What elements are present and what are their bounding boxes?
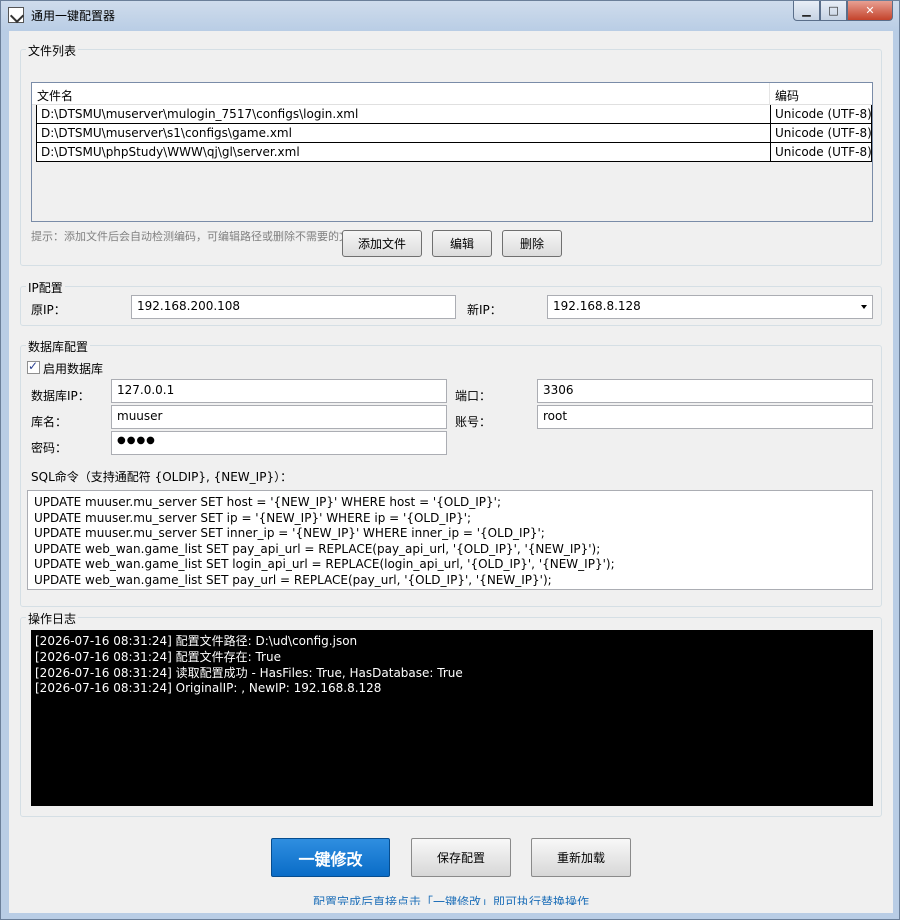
column-header-encoding[interactable]: 编码: [770, 83, 872, 104]
file-path-cell: D:\DTSMU\muserver\s1\configs\game.xml: [37, 124, 771, 142]
port-input[interactable]: 3306: [537, 379, 873, 403]
new-ip-combobox[interactable]: 192.168.8.128: [547, 295, 873, 319]
file-path-cell: D:\DTSMU\muserver\mulogin_7517\configs\l…: [37, 105, 771, 123]
database-config-group: 数据库配置 启用数据库 数据库IP： 127.0.0.1 端口： 3306 库名…: [20, 338, 882, 607]
port-label: 端口：: [455, 389, 492, 403]
ip-config-group: IP配置 原IP： 192.168.200.108 新IP： 192.168.8…: [20, 279, 882, 326]
maximize-button[interactable]: □: [820, 1, 847, 21]
one-click-apply-button[interactable]: 一键修改: [271, 838, 390, 877]
log-line: [2026-07-16 08:31:24] OriginalIP: , NewI…: [35, 681, 382, 696]
log-line: [2026-07-16 08:31:24] 配置文件存在: True: [35, 649, 281, 664]
dropdown-arrow-icon[interactable]: [861, 305, 867, 309]
account-label: 账号：: [455, 415, 492, 429]
file-encoding-cell: Unicode (UTF-8): [775, 126, 871, 140]
file-row[interactable]: D:\DTSMU\phpStudy\WWW\qj\gl\server.xml U…: [36, 143, 872, 162]
footer-hint: 配置完成后直接点击「一键修改」即可执行替换操作: [312, 895, 589, 905]
enable-database-checkbox[interactable]: [27, 359, 40, 374]
file-encoding-cell: Unicode (UTF-8): [775, 107, 871, 121]
add-file-button[interactable]: 添加文件: [342, 230, 422, 257]
sql-command-textarea[interactable]: UPDATE muuser.mu_server SET host = '{NEW…: [27, 490, 873, 590]
operation-log-group-title: 操作日志: [26, 610, 79, 627]
db-ip-input[interactable]: 127.0.0.1: [111, 379, 447, 403]
minimize-button[interactable]: ▁: [793, 1, 820, 21]
enable-database-label[interactable]: 启用数据库: [43, 360, 103, 377]
close-button[interactable]: ✕: [847, 1, 893, 21]
file-row[interactable]: D:\DTSMU\muserver\s1\configs\game.xml Un…: [36, 124, 872, 143]
sql-line: UPDATE web_wan.game_list SET pay_url = R…: [34, 572, 552, 587]
db-name-label: 库名：: [31, 415, 68, 429]
sql-line: UPDATE web_wan.game_list SET login_api_u…: [34, 557, 615, 571]
file-path-cell: D:\DTSMU\phpStudy\WWW\qj\gl\server.xml: [37, 143, 771, 161]
database-config-group-title: 数据库配置: [26, 338, 91, 355]
app-icon: [8, 7, 24, 23]
reload-button[interactable]: 重新加载: [531, 838, 631, 877]
account-input[interactable]: root: [537, 405, 873, 429]
window-title: 通用一键配置器: [31, 9, 116, 23]
file-encoding-cell: Unicode (UTF-8): [775, 145, 871, 159]
window-controls: ▁ □ ✕: [793, 1, 893, 21]
password-label: 密码：: [31, 441, 68, 455]
db-ip-label: 数据库IP：: [31, 389, 90, 403]
file-list-header: 文件名 编码: [32, 83, 872, 105]
file-list-hint: 提示：添加文件后会自动检测编码，可编辑路径或删除不需要的文件: [31, 230, 361, 243]
password-input[interactable]: ●●●●: [111, 431, 447, 455]
new-ip-label: 新IP：: [467, 303, 502, 317]
new-ip-value: 192.168.8.128: [553, 299, 641, 313]
original-ip-label: 原IP：: [31, 303, 66, 317]
client-area: 文件列表 文件名 编码 D:\DTSMU\muserver\mulogin_75…: [9, 31, 893, 913]
app-window: 通用一键配置器 ▁ □ ✕ 文件列表 文件名 编码 D:\DTSMU\muser…: [0, 0, 900, 920]
operation-log-group: 操作日志 [2026-07-16 08:31:24] 配置文件路径: D:\ud…: [20, 610, 882, 817]
file-list-group-title: 文件列表: [26, 42, 79, 59]
sql-line: UPDATE muuser.mu_server SET inner_ip = '…: [34, 526, 545, 540]
column-header-filename[interactable]: 文件名: [32, 83, 770, 104]
log-line: [2026-07-16 08:31:24] 配置文件路径: D:\ud\conf…: [35, 634, 358, 648]
sql-line: UPDATE web_wan.game_list SET pay_api_url…: [34, 541, 601, 556]
sql-line: UPDATE muuser.mu_server SET ip = '{NEW_I…: [34, 510, 472, 525]
original-ip-input[interactable]: 192.168.200.108: [131, 295, 456, 319]
ip-config-group-title: IP配置: [26, 279, 65, 296]
file-list-group: 文件列表 文件名 编码 D:\DTSMU\muserver\mulogin_75…: [20, 42, 882, 266]
edit-file-button[interactable]: 编辑: [432, 230, 492, 257]
title-bar[interactable]: 通用一键配置器 ▁ □ ✕: [1, 1, 899, 29]
log-line: [2026-07-16 08:31:24] 读取配置成功 - HasFiles:…: [35, 665, 463, 680]
save-config-button[interactable]: 保存配置: [411, 838, 511, 877]
file-row[interactable]: D:\DTSMU\muserver\mulogin_7517\configs\l…: [36, 105, 872, 124]
operation-log-output[interactable]: [2026-07-16 08:31:24] 配置文件路径: D:\ud\conf…: [31, 630, 873, 806]
file-listview[interactable]: 文件名 编码 D:\DTSMU\muserver\mulogin_7517\co…: [31, 82, 873, 222]
delete-file-button[interactable]: 删除: [502, 230, 562, 257]
sql-line: UPDATE muuser.mu_server SET host = '{NEW…: [34, 495, 501, 509]
db-name-input[interactable]: muuser: [111, 405, 447, 429]
sql-command-label: SQL命令（支持通配符 {OLDIP}, {NEW_IP}）：: [31, 470, 293, 484]
